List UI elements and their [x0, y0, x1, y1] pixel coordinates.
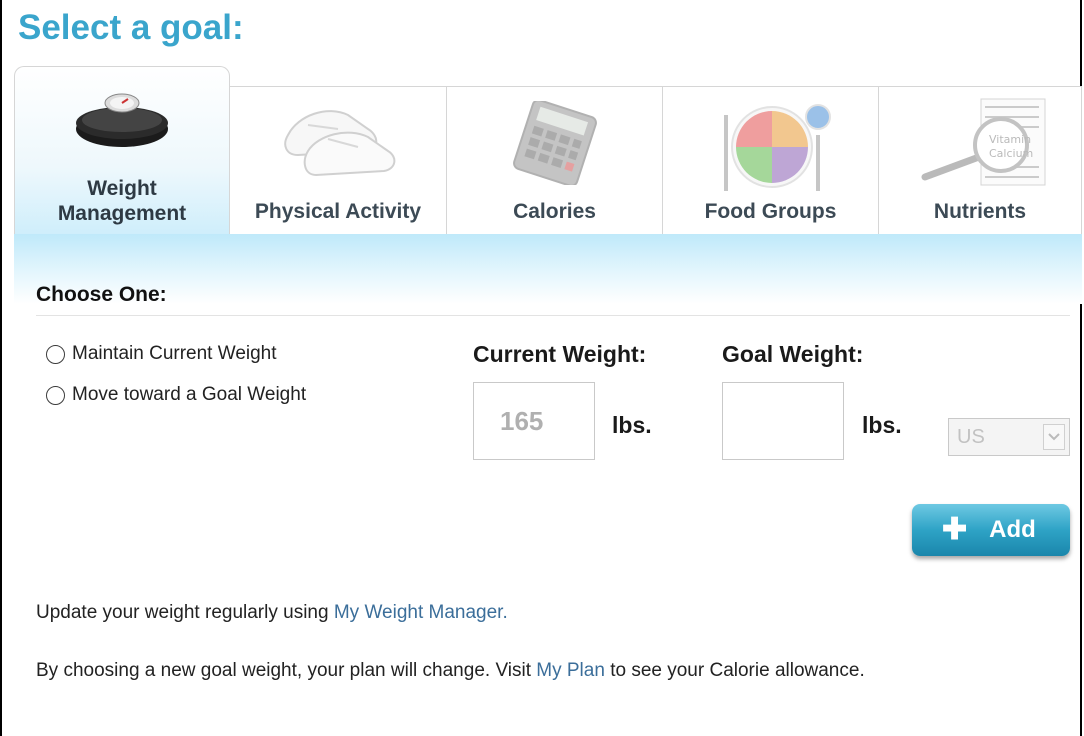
radio-button[interactable] [46, 344, 65, 364]
dropdown-arrow[interactable] [1043, 424, 1065, 450]
goal-tabs: Weight Management Physical Activity Calo… [14, 66, 1082, 234]
option-label: Maintain Current Weight [72, 343, 277, 364]
goal-weight-label: Goal Weight: [722, 341, 864, 367]
tab-label: Calories [513, 200, 596, 223]
my-weight-manager-link[interactable]: My Weight Manager. [334, 602, 508, 623]
option-goal-weight[interactable]: Move toward a Goal Weight [46, 384, 306, 406]
goal-weight-input[interactable] [722, 382, 844, 460]
plate-icon [723, 104, 831, 191]
current-weight-unit: lbs. [612, 412, 652, 438]
radio-button[interactable] [46, 385, 65, 405]
add-button[interactable]: ✚ Add [912, 504, 1070, 556]
tab-label: Physical Activity [254, 200, 422, 223]
goal-weight-unit: lbs. [862, 412, 902, 438]
tab-food-groups[interactable]: Food Groups [663, 86, 879, 234]
scale-icon [76, 93, 168, 147]
svg-text:Vitamin: Vitamin [989, 133, 1031, 146]
calculator-icon [512, 101, 597, 185]
option-label: Move toward a Goal Weight [72, 384, 307, 405]
select-value: US [957, 426, 985, 448]
magnifier-icon: Vitamin Calcium [921, 98, 1046, 186]
plus-icon: ✚ [942, 513, 968, 546]
tab-label: Weight Management [57, 177, 187, 225]
page-title: Select a goal: [18, 8, 244, 47]
tab-nutrients[interactable]: Vitamin Calcium Nutrients [879, 86, 1082, 234]
current-weight-label: Current Weight: [473, 341, 647, 367]
tab-content-header [14, 234, 1082, 304]
weight-manager-note: Update your weight regularly using My We… [36, 602, 508, 623]
goal-weight-note: By choosing a new goal weight, your plan… [36, 660, 865, 681]
my-plan-link[interactable]: My Plan [536, 660, 605, 681]
add-button-label: Add [989, 516, 1036, 543]
svg-text:Calcium: Calcium [989, 147, 1033, 160]
tab-label: Food Groups [704, 200, 837, 223]
unit-system-select[interactable]: US [948, 418, 1070, 456]
chevron-down-icon [1048, 433, 1060, 441]
tab-physical-activity[interactable]: Physical Activity [230, 86, 447, 234]
current-weight-input[interactable] [473, 382, 595, 460]
tab-calories[interactable]: Calories [447, 86, 663, 234]
choose-one-heading: Choose One: [36, 283, 167, 306]
tab-weight-management[interactable]: Weight Management [14, 66, 230, 234]
divider [36, 315, 1070, 316]
option-maintain-weight[interactable]: Maintain Current Weight [46, 343, 277, 365]
tab-label: Nutrients [933, 200, 1027, 223]
sneakers-icon [284, 110, 396, 177]
